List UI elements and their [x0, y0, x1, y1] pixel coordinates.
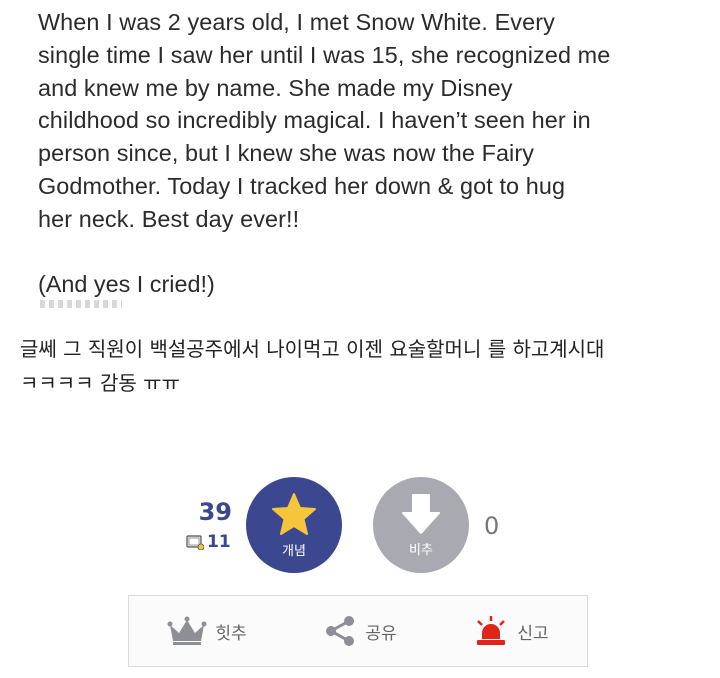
post-body-line-1: 글쎄 그 직원이 백설공주에서 나이먹고 이젠 요술할머니 를 하고계시대: [20, 337, 605, 361]
upvote-count: 39: [198, 498, 232, 526]
hit-recommend-button[interactable]: 힛추: [167, 616, 247, 646]
mobile-upvote-count: 11: [186, 532, 231, 552]
report-label: 신고: [517, 623, 549, 644]
share-icon: [326, 616, 355, 646]
post-body-line-2: ㅋㅋㅋㅋ 감동 ㅠㅠ: [20, 371, 180, 395]
mobile-upvote-number: 11: [207, 532, 231, 552]
post-body-text: 글쎄 그 직원이 백설공주에서 나이먹고 이젠 요술할머니 를 하고계시대 ㅋㅋ…: [20, 332, 710, 400]
report-button[interactable]: 신고: [473, 615, 549, 647]
post-action-bar: 힛추 공유 신고: [128, 595, 588, 667]
arrow-down-icon: [402, 493, 440, 534]
downvote-button[interactable]: 비추: [373, 477, 469, 573]
share-button[interactable]: 공유: [323, 615, 397, 647]
siren-icon: [477, 616, 506, 645]
hit-recommend-label: 힛추: [215, 623, 247, 644]
crown-icon: [167, 616, 207, 645]
upvote-label: 개념: [282, 543, 306, 559]
star-icon: [272, 492, 316, 535]
screenshot-aside: (And yes I cried!): [38, 271, 215, 297]
vote-area: 39 11 개념 비추 0: [0, 470, 720, 580]
upvote-button[interactable]: 개념: [246, 477, 342, 573]
downvote-label: 비추: [409, 542, 433, 558]
embedded-post-screenshot: When I was 2 years old, I met Snow White…: [0, 0, 720, 318]
downvote-count: 0: [484, 512, 500, 540]
screenshot-paragraph: When I was 2 years old, I met Snow White…: [38, 9, 611, 232]
share-label: 공유: [365, 623, 397, 644]
cut-off-text-line: [40, 300, 122, 308]
mobile-device-icon: [186, 535, 204, 550]
